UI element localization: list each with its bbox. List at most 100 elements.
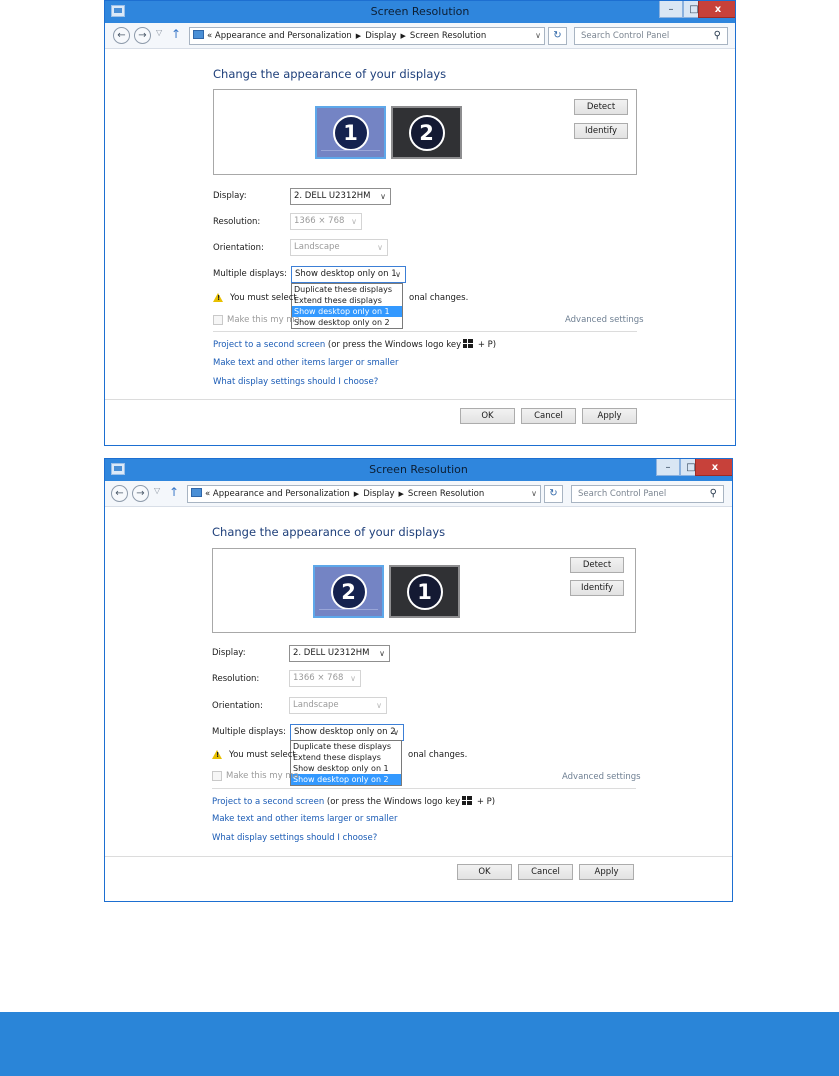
- page-title: Change the appearance of your displays: [213, 67, 447, 81]
- refresh-icon[interactable]: ↻: [548, 27, 567, 45]
- option-extend[interactable]: Extend these displays: [292, 295, 402, 306]
- monitor-number: 1: [332, 114, 369, 151]
- option-extend[interactable]: Extend these displays: [291, 752, 401, 763]
- breadcrumb-item-appearance[interactable]: Appearance and Personalization: [213, 489, 350, 499]
- identify-button[interactable]: Identify: [570, 580, 624, 596]
- display-select[interactable]: 2. DELL U2312HM ∨: [289, 645, 390, 662]
- warning-text-right: onal changes.: [409, 293, 469, 303]
- close-button[interactable]: x: [695, 459, 732, 476]
- multiple-displays-value: Show desktop only on 1: [295, 269, 397, 279]
- minimize-button[interactable]: –: [659, 1, 683, 18]
- make-main-display-label: Make this my ma: [226, 771, 299, 781]
- address-bar: ← → ▽ ↑ « Appearance and Personalization…: [105, 23, 735, 49]
- search-placeholder: Search Control Panel: [581, 31, 670, 41]
- which-settings-link[interactable]: What display settings should I choose?: [213, 377, 378, 387]
- cancel-button[interactable]: Cancel: [518, 864, 573, 880]
- project-hint-text: (or press the Windows logo key: [325, 340, 462, 350]
- multiple-displays-label: Multiple displays:: [212, 727, 286, 737]
- breadcrumb[interactable]: « Appearance and Personalization ▶ Display…: [189, 27, 545, 45]
- detect-button[interactable]: Detect: [570, 557, 624, 573]
- apply-button[interactable]: Apply: [579, 864, 634, 880]
- recent-pages-icon[interactable]: ▽: [156, 28, 162, 37]
- project-hint-text: (or press the Windows logo key: [324, 797, 461, 807]
- text-size-link[interactable]: Make text and other items larger or smal…: [212, 814, 397, 824]
- option-show-only-2[interactable]: Show desktop only on 2: [292, 317, 402, 328]
- forward-icon[interactable]: →: [132, 485, 149, 502]
- recent-pages-icon[interactable]: ▽: [154, 486, 160, 495]
- ok-button[interactable]: OK: [457, 864, 512, 880]
- detect-button[interactable]: Detect: [574, 99, 628, 115]
- orientation-value: Landscape: [293, 700, 339, 710]
- orientation-label: Orientation:: [213, 243, 264, 253]
- advanced-settings-link[interactable]: Advanced settings: [562, 772, 641, 782]
- display-select[interactable]: 2. DELL U2312HM ∨: [290, 188, 391, 205]
- warning-text-left: You must select: [230, 293, 297, 303]
- chevron-right-icon: ▶: [353, 490, 360, 498]
- apply-button[interactable]: Apply: [582, 408, 637, 424]
- minimize-button[interactable]: –: [656, 459, 680, 476]
- advanced-settings-link[interactable]: Advanced settings: [565, 315, 644, 325]
- breadcrumb-item-screen-resolution[interactable]: Screen Resolution: [410, 31, 486, 41]
- ok-button[interactable]: OK: [460, 408, 515, 424]
- project-hint-end: + P): [474, 797, 496, 807]
- display-label: Display:: [213, 191, 247, 201]
- option-duplicate[interactable]: Duplicate these displays: [291, 741, 401, 752]
- monitor-preview-panel: 2 1 Detect Identify: [212, 548, 636, 633]
- search-input[interactable]: Search Control Panel ⚲: [571, 485, 724, 503]
- text-size-link[interactable]: Make text and other items larger or smal…: [213, 358, 398, 368]
- chevron-down-icon: ∨: [376, 701, 382, 710]
- monitor-tile[interactable]: 1: [315, 106, 386, 159]
- window-screen-resolution-1: Screen Resolution – □ x ← → ▽ ↑ « Appear…: [104, 0, 736, 446]
- resolution-select: 1366 × 768 ∨: [289, 670, 361, 687]
- search-icon[interactable]: ⚲: [714, 28, 721, 44]
- breadcrumb[interactable]: « Appearance and Personalization ▶ Display…: [187, 485, 541, 503]
- which-settings-link[interactable]: What display settings should I choose?: [212, 833, 377, 843]
- project-second-screen-line: Project to a second screen (or press the…: [212, 796, 495, 807]
- option-show-only-1[interactable]: Show desktop only on 1: [292, 306, 402, 317]
- chevron-right-icon: ▶: [355, 32, 362, 40]
- chevron-down-icon[interactable]: ∨: [535, 28, 541, 44]
- title-bar[interactable]: Screen Resolution – □ x: [105, 459, 732, 481]
- chevron-right-icon: ▶: [398, 490, 404, 498]
- monitor-tile[interactable]: 2: [391, 106, 462, 159]
- breadcrumb-item-appearance[interactable]: Appearance and Personalization: [215, 31, 352, 41]
- monitor-tile[interactable]: 1: [389, 565, 460, 618]
- chevron-down-icon[interactable]: ∨: [531, 486, 537, 502]
- search-input[interactable]: Search Control Panel ⚲: [574, 27, 728, 45]
- monitor-number: 1: [406, 573, 443, 610]
- close-button[interactable]: x: [698, 1, 735, 18]
- title-bar[interactable]: Screen Resolution – □ x: [105, 1, 735, 23]
- project-second-screen-link[interactable]: Project to a second screen: [212, 797, 324, 807]
- project-second-screen-line: Project to a second screen (or press the…: [213, 339, 496, 350]
- breadcrumb-item-display[interactable]: Display: [363, 489, 394, 499]
- option-duplicate[interactable]: Duplicate these displays: [292, 284, 402, 295]
- project-second-screen-link[interactable]: Project to a second screen: [213, 340, 325, 350]
- up-arrow-icon[interactable]: ↑: [169, 486, 179, 498]
- windows-logo-icon: [462, 796, 473, 805]
- up-arrow-icon[interactable]: ↑: [171, 28, 181, 40]
- multiple-displays-select[interactable]: Show desktop only on 1 ∨: [291, 266, 406, 283]
- breadcrumb-item-screen-resolution[interactable]: Screen Resolution: [408, 489, 484, 499]
- monitor-preview-panel: 1 2 Detect Identify: [213, 89, 637, 175]
- back-icon[interactable]: ←: [113, 27, 130, 44]
- option-show-only-1[interactable]: Show desktop only on 1: [291, 763, 401, 774]
- monitor-number: 2: [408, 114, 445, 151]
- option-show-only-2[interactable]: Show desktop only on 2: [291, 774, 401, 785]
- forward-icon[interactable]: →: [134, 27, 151, 44]
- warning-text-left: You must select: [229, 750, 296, 760]
- address-bar: ← → ▽ ↑ « Appearance and Personalization…: [105, 481, 732, 507]
- page-title: Change the appearance of your displays: [212, 525, 446, 539]
- identify-button[interactable]: Identify: [574, 123, 628, 139]
- resolution-select: 1366 × 768 ∨: [290, 213, 362, 230]
- breadcrumb-item-display[interactable]: Display: [365, 31, 396, 41]
- window-title: Screen Resolution: [369, 463, 468, 476]
- chevron-right-icon: ▶: [400, 32, 406, 40]
- search-icon[interactable]: ⚲: [710, 486, 717, 502]
- refresh-icon[interactable]: ↻: [544, 485, 563, 503]
- cancel-button[interactable]: Cancel: [521, 408, 576, 424]
- back-icon[interactable]: ←: [111, 485, 128, 502]
- multiple-displays-select[interactable]: Show desktop only on 2 ∨: [290, 724, 404, 741]
- warning-icon: [213, 293, 223, 302]
- resolution-value: 1366 × 768: [293, 673, 344, 683]
- monitor-tile[interactable]: 2: [313, 565, 384, 618]
